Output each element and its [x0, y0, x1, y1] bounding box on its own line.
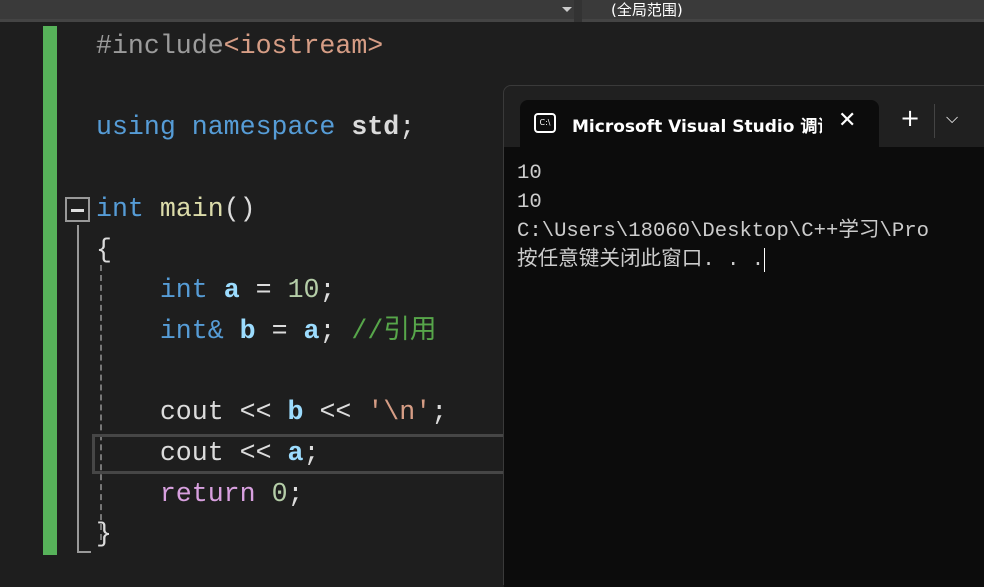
- divider: [934, 104, 935, 138]
- tab-title: Microsoft Visual Studio 调试控制台: [572, 117, 822, 137]
- chevron-down-icon[interactable]: ⌵: [946, 108, 958, 128]
- preprocessor: #include: [96, 31, 224, 61]
- include-path: <iostream>: [223, 31, 384, 61]
- keyword: return: [159, 478, 256, 509]
- variable: a: [303, 315, 320, 346]
- change-indicator-bar: [43, 26, 57, 555]
- dropdown-arrow-icon[interactable]: [562, 7, 572, 12]
- punctuation: (): [223, 193, 256, 224]
- divider: [574, 0, 582, 22]
- variable: a: [223, 275, 240, 306]
- fold-line-end: [77, 551, 91, 553]
- navigation-bar: (全局范围): [0, 0, 984, 22]
- comment: //引用: [351, 315, 437, 346]
- variable: b: [287, 397, 304, 428]
- scope-dropdown[interactable]: (全局范围): [611, 0, 683, 20]
- variable: a: [287, 438, 304, 469]
- brace: {: [96, 234, 112, 265]
- keyword: namespace: [191, 112, 336, 143]
- keyword: int: [96, 193, 144, 224]
- close-icon[interactable]: ✕: [838, 108, 856, 133]
- identifier: std: [351, 112, 400, 143]
- output-line: 10: [517, 162, 542, 185]
- number: 10: [287, 275, 320, 306]
- output-line: 10: [517, 191, 542, 214]
- output-line: C:\Users\18060\Desktop\C++学习\Pro: [517, 220, 929, 243]
- terminal-tab[interactable]: C:\ Microsoft Visual Studio 调试控制台 ✕: [520, 100, 879, 147]
- keyword: int: [159, 275, 208, 306]
- keyword: int&: [159, 315, 224, 346]
- function-name: main: [159, 193, 224, 224]
- number: 0: [271, 478, 288, 509]
- char-literal: '\n': [367, 397, 432, 428]
- identifier: cout: [159, 397, 224, 428]
- cmd-icon: C:\: [534, 113, 556, 133]
- collapse-icon[interactable]: [65, 197, 90, 222]
- new-tab-button[interactable]: +: [900, 106, 920, 130]
- fold-line: [77, 225, 79, 553]
- variable: b: [239, 315, 256, 346]
- output-line: 按任意键关闭此窗口. . .: [517, 249, 765, 272]
- code-editor[interactable]: #include<iostream> using namespace std; …: [96, 26, 447, 555]
- brace: }: [96, 519, 112, 550]
- text-cursor: [764, 247, 766, 272]
- identifier: cout: [159, 438, 224, 469]
- keyword: using: [96, 112, 176, 143]
- terminal-output[interactable]: 10 10 C:\Users\18060\Desktop\C++学习\Pro 按任意键…: [504, 147, 984, 587]
- terminal-window: C:\ Microsoft Visual Studio 调试控制台 ✕ + ⌵ …: [503, 85, 984, 587]
